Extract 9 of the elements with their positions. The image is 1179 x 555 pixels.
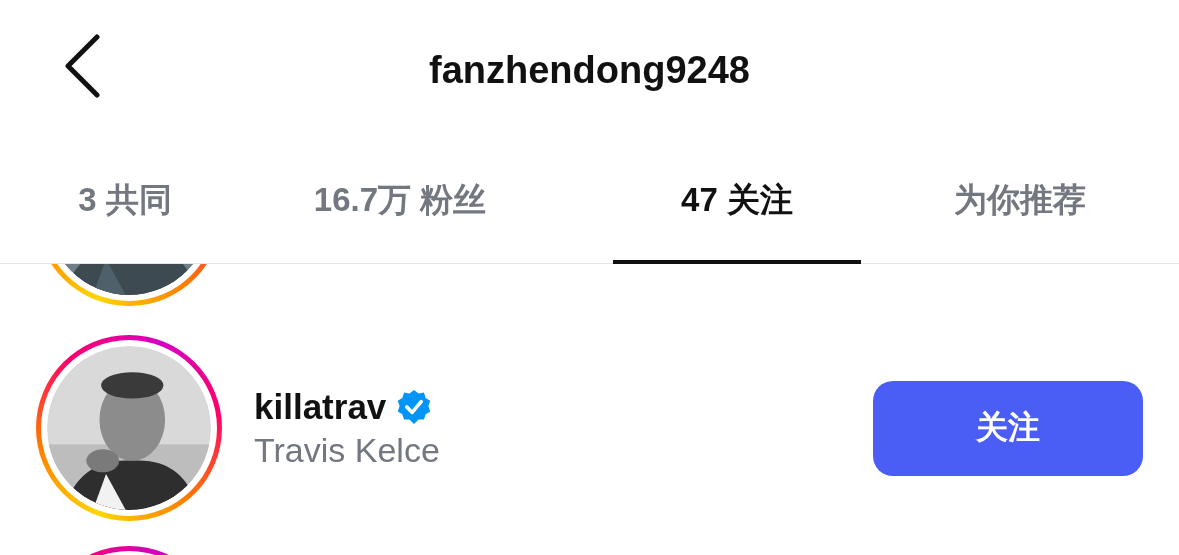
tab[interactable]: 47 关注 bbox=[613, 140, 861, 264]
tab[interactable]: 16.7万 粉丝 bbox=[250, 140, 550, 264]
follow-button[interactable]: 关注 bbox=[873, 380, 1143, 476]
back-icon[interactable] bbox=[64, 34, 100, 98]
full-name: Travis Kelce bbox=[254, 430, 441, 470]
tab[interactable]: 3 共同 bbox=[0, 140, 250, 264]
username[interactable]: killatrav bbox=[254, 386, 387, 427]
tab[interactable]: 为你推荐 bbox=[861, 140, 1179, 264]
window-title: fanzhendong9248 bbox=[429, 48, 750, 92]
